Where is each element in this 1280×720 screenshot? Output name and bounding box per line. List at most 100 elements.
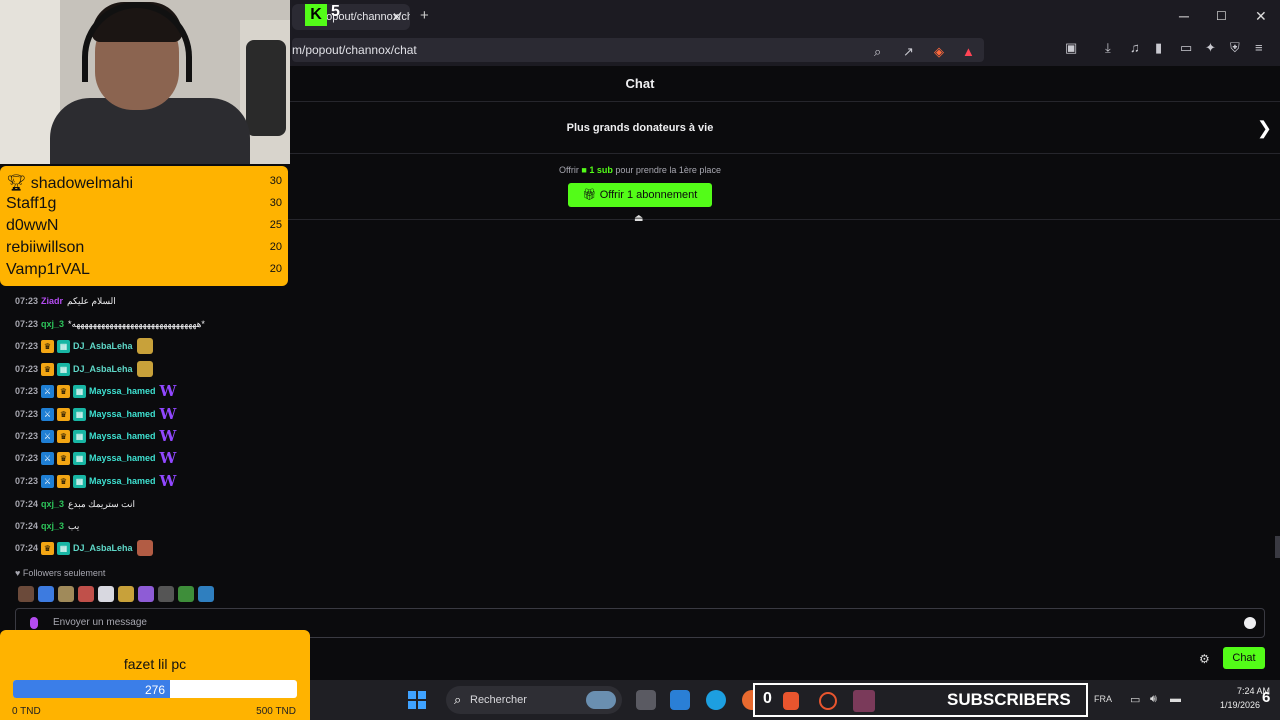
monitor-icon[interactable]: ▭ xyxy=(1130,693,1140,706)
notification-count[interactable]: 6 xyxy=(1262,689,1270,706)
chat-message: 07:23 ⚔ ♛ ▦ Mayssa_hamed W xyxy=(15,472,176,490)
emote-icon[interactable] xyxy=(58,586,74,602)
donor-row: Vamp1rVAL 20 xyxy=(6,258,282,280)
message-username[interactable]: qxj_3 xyxy=(41,499,64,509)
battery-icon[interactable]: ▬ xyxy=(1170,693,1181,705)
task-view-icon[interactable] xyxy=(636,690,656,710)
url-text: m/popout/channox/chat xyxy=(292,43,417,57)
scrollbar[interactable] xyxy=(1275,536,1280,558)
message-username[interactable]: DJ_AsbaLeha xyxy=(73,364,133,374)
emote-icon[interactable] xyxy=(198,586,214,602)
edge-icon[interactable] xyxy=(706,690,726,710)
top-donors-overlay: 🏆︎ shadowelmahi 30 Staff1g 30 d0wwN 25 r… xyxy=(0,166,288,286)
taskbar: ⌕ Rechercher 0 SUBSCRIBERS FRA ▭ 🔊︎ ▬ 7:… xyxy=(310,680,1280,720)
search-icon: ⌕ xyxy=(454,692,462,707)
wallet-icon[interactable]: ▭ xyxy=(1180,40,1192,56)
screenshot-icon[interactable]: ▣ xyxy=(1065,40,1077,56)
language-indicator[interactable]: FRA xyxy=(1094,694,1112,704)
message-time: 07:23 xyxy=(15,296,39,306)
message-time: 07:24 xyxy=(15,521,39,531)
emoji-icon[interactable] xyxy=(1244,617,1256,629)
emote-icon[interactable] xyxy=(158,586,174,602)
brave-rewards-icon[interactable]: ▲ xyxy=(962,44,975,59)
promo-bold: ■ 1 sub xyxy=(581,165,612,175)
emote-icon[interactable] xyxy=(118,586,134,602)
donor-value: 20 xyxy=(269,263,282,275)
message-username[interactable]: Mayssa_hamed xyxy=(89,409,156,419)
emote-icon[interactable] xyxy=(18,586,34,602)
goal-max: 500 TND xyxy=(256,706,296,717)
gift-subscription-button[interactable]: 🎁︎ Offrir 1 abonnement xyxy=(568,183,712,207)
message-username[interactable]: qxj_3 xyxy=(41,521,64,531)
subscriber-badge-icon: ▦ xyxy=(73,474,86,488)
subscriber-badge-icon: ▦ xyxy=(57,541,70,555)
message-username[interactable]: Mayssa_hamed xyxy=(89,453,156,463)
message-username[interactable]: Mayssa_hamed xyxy=(89,476,156,486)
zoom-icon[interactable]: ⌕ xyxy=(874,44,881,60)
app-icon[interactable] xyxy=(853,690,875,712)
donor-value: 25 xyxy=(269,219,282,231)
crown-badge-icon: ♛ xyxy=(57,451,70,465)
subscribers-count: 0 xyxy=(763,690,772,707)
message-text: السلام عليكم xyxy=(67,295,116,306)
moderator-badge-icon: ⚔ xyxy=(41,451,54,465)
webcam-coat xyxy=(246,40,286,136)
app-icon[interactable] xyxy=(670,690,690,710)
webcam-overlay xyxy=(0,0,290,164)
emote-icon[interactable] xyxy=(98,586,114,602)
crown-badge-icon: ♛ xyxy=(57,429,70,443)
windows-start-icon[interactable] xyxy=(408,691,426,709)
taskbar-search-label: Rechercher xyxy=(470,694,527,706)
url-field[interactable]: m/popout/channox/chat ⌕ ↗ ◈ ▲ xyxy=(292,38,984,62)
w-emote-icon: W xyxy=(159,449,177,467)
download-icon[interactable]: ⤓ xyxy=(1105,40,1111,56)
clock-date[interactable]: 1/19/2026 xyxy=(1208,700,1260,710)
message-username[interactable]: Mayssa_hamed xyxy=(89,431,156,441)
share-icon[interactable]: ↗ xyxy=(903,44,914,60)
brave-shield-icon[interactable]: ◈ xyxy=(934,44,944,60)
send-chat-button[interactable]: Chat xyxy=(1223,647,1265,669)
search-highlight-icon xyxy=(586,691,616,709)
volume-icon[interactable]: 🔊︎ xyxy=(1150,693,1157,706)
donor-value: 30 xyxy=(269,197,282,209)
donor-value: 20 xyxy=(269,241,282,253)
moderator-badge-icon: ⚔ xyxy=(41,384,54,398)
message-time: 07:24 xyxy=(15,499,39,509)
microphone-icon[interactable] xyxy=(30,617,38,629)
message-text: *ههههههههههههههههههههههههههههههه* xyxy=(68,318,205,329)
message-username[interactable]: DJ_AsbaLeha xyxy=(73,341,133,351)
tab-close-icon[interactable]: ✕ xyxy=(392,10,402,24)
w-emote-icon: W xyxy=(159,405,177,423)
maximize-button[interactable]: ☐ xyxy=(1216,9,1227,23)
donor-row: rebiiwillson 20 xyxy=(6,236,282,258)
donor-value: 30 xyxy=(269,175,282,187)
message-username[interactable]: qxj_3 xyxy=(41,319,64,329)
emote-icon[interactable] xyxy=(78,586,94,602)
new-tab-button[interactable]: + xyxy=(420,7,429,24)
gear-icon[interactable]: ⚙ xyxy=(1199,652,1210,666)
gift-box-icon: 🎁︎ xyxy=(582,189,597,201)
collapse-icon[interactable]: ⏏ xyxy=(634,213,643,224)
sidebar-icon[interactable]: ▮ xyxy=(1155,40,1162,56)
music-icon[interactable]: ♫ xyxy=(1130,40,1140,55)
menu-icon[interactable]: ≡ xyxy=(1255,40,1263,55)
brave-icon[interactable] xyxy=(783,692,799,710)
donor-row: d0wwN 25 xyxy=(6,214,282,236)
emote-icon[interactable] xyxy=(138,586,154,602)
vpn-shield-icon[interactable]: ⛨ xyxy=(1230,40,1240,56)
w-emote-icon: W xyxy=(159,472,177,490)
obs-icon[interactable] xyxy=(819,692,837,710)
minimize-button[interactable]: ─ xyxy=(1179,8,1189,24)
emote-icon[interactable] xyxy=(178,586,194,602)
message-username[interactable]: DJ_AsbaLeha xyxy=(73,543,133,553)
crown-badge-icon: ♛ xyxy=(57,474,70,488)
message-username[interactable]: Mayssa_hamed xyxy=(89,386,156,396)
close-window-button[interactable]: ✕ xyxy=(1255,8,1267,25)
message-username[interactable]: Ziadr xyxy=(41,296,63,306)
message-time: 07:24 xyxy=(15,543,39,553)
chat-message: 07:23 ♛ ▦ DJ_AsbaLeha xyxy=(15,360,153,378)
crown-badge-icon: ♛ xyxy=(57,384,70,398)
emote-icon[interactable] xyxy=(38,586,54,602)
leo-icon[interactable]: ✦ xyxy=(1205,40,1216,56)
taskbar-search[interactable]: ⌕ Rechercher xyxy=(446,686,622,714)
